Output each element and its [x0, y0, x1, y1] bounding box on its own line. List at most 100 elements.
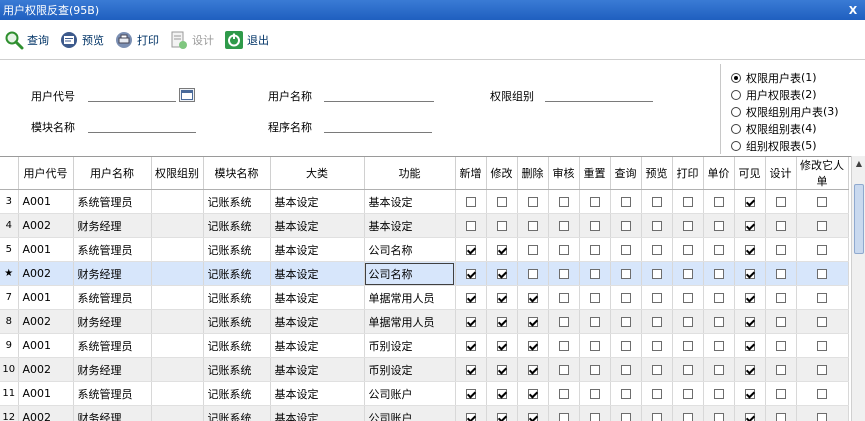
checkbox-unchecked[interactable] [558, 317, 569, 327]
cell-perm-group[interactable] [151, 237, 204, 262]
table-row[interactable]: 11 A001 系统管理员 记账系统 基本设定 公司账户 [0, 381, 849, 406]
checkbox-unchecked[interactable] [589, 365, 600, 375]
checkbox-unchecked[interactable] [496, 221, 507, 231]
cell-category[interactable]: 基本设定 [270, 333, 365, 358]
checkbox-unchecked[interactable] [620, 221, 631, 231]
checkbox-unchecked[interactable] [775, 413, 786, 421]
radio-circle[interactable] [731, 123, 741, 134]
checkbox-checked[interactable] [527, 341, 538, 351]
cell-perm-group[interactable] [151, 213, 204, 238]
radio-group-perm-table[interactable]: 组别权限表(5) [731, 137, 865, 154]
checkbox-unchecked[interactable] [651, 197, 662, 207]
cell-function[interactable]: 公司账户 [364, 405, 456, 421]
design-button[interactable]: 设计 [169, 26, 214, 54]
cell-perm-group[interactable] [151, 285, 204, 310]
checkbox-unchecked[interactable] [682, 389, 693, 399]
row-number[interactable]: 9 [0, 333, 19, 358]
radio-circle[interactable] [731, 72, 741, 83]
cell-perm-group[interactable] [151, 381, 204, 406]
checkbox-unchecked[interactable] [713, 317, 724, 327]
checkbox-checked[interactable] [465, 245, 476, 255]
checkbox-unchecked[interactable] [527, 269, 538, 279]
table-row[interactable]: ★ A002 财务经理 记账系统 基本设定 公司名称 [0, 261, 849, 286]
checkbox-unchecked[interactable] [558, 341, 569, 351]
checkbox-checked[interactable] [527, 413, 538, 421]
cell-category[interactable]: 基本设定 [270, 261, 365, 286]
row-number[interactable]: 10 [0, 357, 19, 382]
checkbox-checked[interactable] [465, 317, 476, 327]
cell-category[interactable]: 基本设定 [270, 189, 365, 214]
checkbox-unchecked[interactable] [713, 365, 724, 375]
checkbox-unchecked[interactable] [713, 341, 724, 351]
cell-function[interactable]: 单据常用人员 [364, 309, 456, 334]
checkbox-checked[interactable] [496, 245, 507, 255]
checkbox-unchecked[interactable] [589, 197, 600, 207]
cell-module-name[interactable]: 记账系统 [203, 237, 271, 262]
column-header[interactable]: 功能 [364, 157, 456, 190]
checkbox-unchecked[interactable] [651, 413, 662, 421]
checkbox-unchecked[interactable] [558, 389, 569, 399]
checkbox-unchecked[interactable] [817, 197, 827, 207]
perm-group-input[interactable] [545, 89, 653, 102]
cell-function[interactable]: 公司名称 [364, 261, 456, 286]
checkbox-unchecked[interactable] [775, 293, 786, 303]
cell-function[interactable]: 基本设定 [364, 213, 456, 238]
cell-user-code[interactable]: A002 [18, 357, 74, 382]
column-header[interactable]: 新增 [455, 157, 487, 190]
lookup-button[interactable] [179, 88, 195, 102]
module-name-input[interactable] [88, 120, 196, 133]
checkbox-unchecked[interactable] [651, 293, 662, 303]
checkbox-checked[interactable] [527, 317, 538, 327]
cell-function[interactable]: 公司账户 [364, 381, 456, 406]
column-header[interactable]: 查询 [610, 157, 642, 190]
cell-user-name[interactable]: 财务经理 [73, 357, 152, 382]
cell-category[interactable]: 基本设定 [270, 309, 365, 334]
row-number[interactable]: ★ [0, 261, 19, 286]
checkbox-unchecked[interactable] [817, 317, 827, 327]
checkbox-unchecked[interactable] [589, 245, 600, 255]
checkbox-unchecked[interactable] [589, 341, 600, 351]
checkbox-unchecked[interactable] [682, 221, 693, 231]
checkbox-unchecked[interactable] [558, 269, 569, 279]
checkbox-checked[interactable] [496, 389, 507, 399]
cell-module-name[interactable]: 记账系统 [203, 333, 271, 358]
column-header[interactable]: 重置 [579, 157, 611, 190]
checkbox-unchecked[interactable] [713, 197, 724, 207]
checkbox-unchecked[interactable] [713, 221, 724, 231]
cell-user-name[interactable]: 系统管理员 [73, 381, 152, 406]
cell-module-name[interactable]: 记账系统 [203, 405, 271, 421]
checkbox-unchecked[interactable] [682, 341, 693, 351]
checkbox-unchecked[interactable] [713, 389, 724, 399]
checkbox-unchecked[interactable] [589, 317, 600, 327]
radio-circle[interactable] [731, 140, 741, 151]
checkbox-unchecked[interactable] [817, 269, 827, 279]
checkbox-unchecked[interactable] [713, 413, 724, 421]
cell-user-code[interactable]: A002 [18, 261, 74, 286]
checkbox-unchecked[interactable] [651, 245, 662, 255]
checkbox-unchecked[interactable] [527, 197, 538, 207]
checkbox-unchecked[interactable] [527, 245, 538, 255]
table-row[interactable]: 3 A001 系统管理员 记账系统 基本设定 基本设定 [0, 189, 849, 214]
cell-perm-group[interactable] [151, 309, 204, 334]
scroll-up-arrow-icon[interactable]: ▲ [852, 156, 865, 170]
preview-button[interactable]: 预览 [59, 26, 104, 54]
user-name-input[interactable] [324, 89, 434, 102]
radio-circle[interactable] [731, 89, 741, 100]
print-button[interactable]: 打印 [114, 26, 159, 54]
radio-perm-user-table[interactable]: 权限用户表(1) [731, 69, 865, 86]
checkbox-unchecked[interactable] [651, 365, 662, 375]
checkbox-unchecked[interactable] [558, 293, 569, 303]
table-row[interactable]: 9 A001 系统管理员 记账系统 基本设定 币别设定 [0, 333, 849, 358]
cell-perm-group[interactable] [151, 189, 204, 214]
checkbox-unchecked[interactable] [682, 197, 693, 207]
checkbox-unchecked[interactable] [817, 413, 827, 421]
checkbox-unchecked[interactable] [558, 413, 569, 421]
checkbox-unchecked[interactable] [775, 269, 786, 279]
cell-user-name[interactable]: 财务经理 [73, 309, 152, 334]
cell-user-name[interactable]: 财务经理 [73, 405, 152, 421]
checkbox-unchecked[interactable] [775, 245, 786, 255]
checkbox-unchecked[interactable] [775, 317, 786, 327]
column-header[interactable]: 用户代号 [18, 157, 74, 190]
cell-perm-group[interactable] [151, 357, 204, 382]
checkbox-unchecked[interactable] [713, 293, 724, 303]
